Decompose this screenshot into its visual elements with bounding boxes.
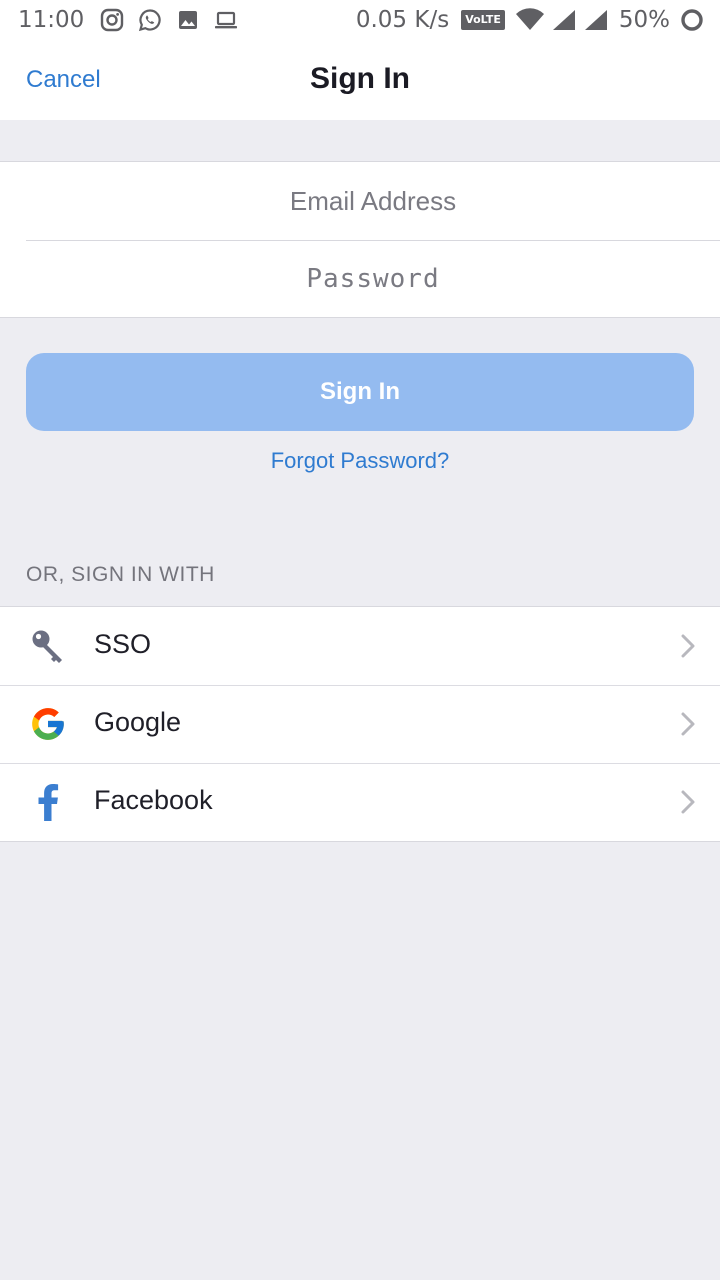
forgot-password-link[interactable]: Forgot Password? — [0, 448, 720, 474]
status-bar-left: 11:00 — [18, 7, 252, 33]
nav-bar: Cancel Sign In — [0, 44, 720, 120]
battery-ring-icon — [681, 9, 703, 31]
gallery-icon — [179, 11, 198, 29]
network-speed: 0.05 K/s — [355, 7, 450, 33]
sso-option[interactable]: SSO — [0, 607, 720, 685]
laptop-icon — [215, 11, 238, 29]
volte-badge: VoLTE — [461, 10, 505, 30]
chevron-right-icon — [681, 634, 695, 658]
facebook-option[interactable]: Facebook — [0, 763, 720, 841]
signal-icon — [552, 10, 575, 30]
google-logo-icon — [28, 704, 68, 744]
google-option[interactable]: Google — [0, 685, 720, 763]
chevron-right-icon — [681, 790, 695, 814]
provider-label: Google — [94, 707, 182, 737]
provider-label: SSO — [94, 629, 152, 659]
page-title: Sign In — [310, 62, 410, 95]
chevron-right-icon — [681, 712, 695, 736]
whatsapp-icon — [139, 9, 161, 32]
instagram-icon — [101, 8, 124, 32]
sign-in-button[interactable]: Sign In — [26, 353, 694, 431]
password-field[interactable] — [26, 240, 720, 318]
battery-percent: 50% — [618, 7, 670, 33]
key-icon — [28, 626, 68, 666]
facebook-logo-icon — [28, 782, 68, 822]
provider-label: Facebook — [94, 785, 213, 815]
status-time: 11:00 — [18, 7, 85, 33]
provider-list: SSO Google Facebook — [0, 606, 720, 842]
email-field[interactable] — [26, 162, 720, 240]
credentials-form — [0, 161, 720, 318]
status-bar: 11:00 0.05 K/s VoLTE 50% — [0, 0, 720, 44]
wifi-icon — [515, 8, 544, 30]
status-bar-right: 0.05 K/s VoLTE 50% — [356, 7, 704, 33]
alt-signin-heading: OR, SIGN IN WITH — [26, 563, 215, 586]
signal-icon — [584, 10, 607, 30]
